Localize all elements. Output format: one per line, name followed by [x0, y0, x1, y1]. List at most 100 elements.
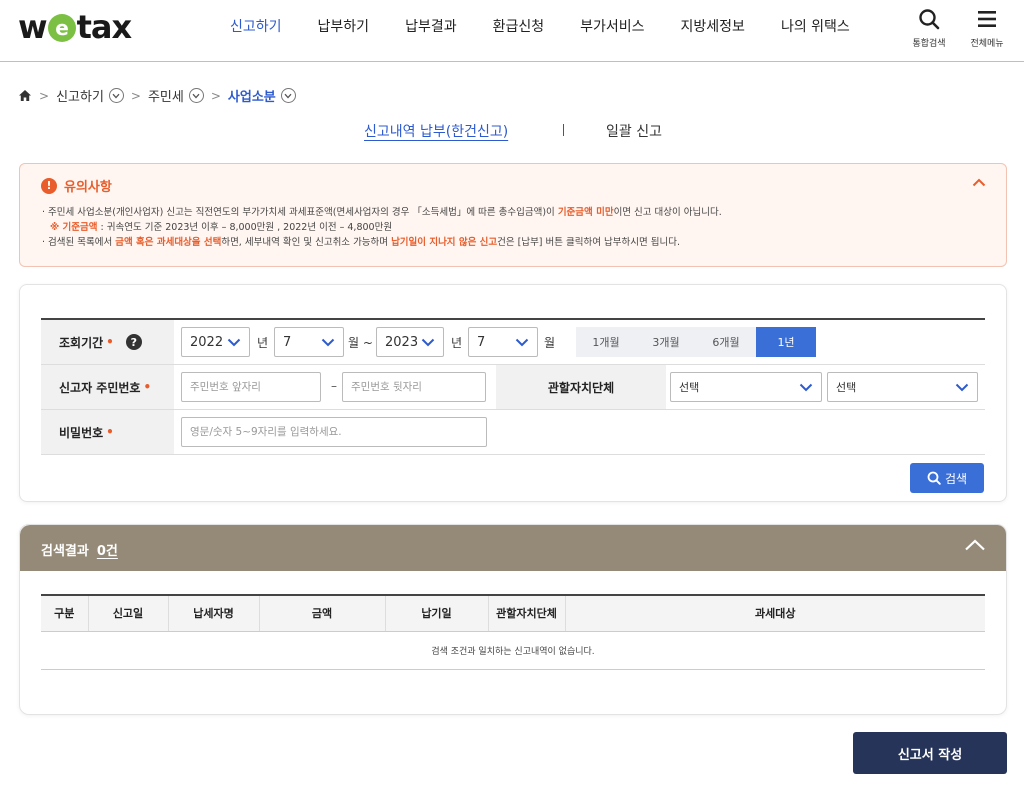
notice-text: 하면, 세부내역 확인 및 신고취소 가능하며 [221, 237, 392, 248]
rrn-label: 신고자 주민번호 [59, 380, 141, 395]
month-unit: 월 [544, 336, 556, 350]
rrn-row: 신고자 주민번호• – 관할자치단체 선택 선택 [41, 365, 985, 410]
start-year-select[interactable]: 2022 [181, 327, 250, 357]
period-1-month-button[interactable]: 1개월 [576, 327, 636, 357]
period-label: 조회기간 [59, 335, 104, 350]
period-1-year-button[interactable]: 1년 [756, 327, 816, 357]
warning-icon: ! [41, 177, 57, 194]
nav-item-local-tax-info[interactable]: 지방세정보 [663, 16, 763, 38]
hamburger-icon [978, 11, 996, 27]
results-table: 구분 신고일 납세자명 금액 납기일 관할자치단체 과세대상 검색 조건과 일치… [41, 594, 985, 670]
home-icon[interactable] [18, 89, 32, 102]
main-nav: 신고하기 납부하기 납부결과 환급신청 부가서비스 지방세정보 나의 위택스 [212, 16, 868, 38]
required-mark: • [106, 335, 114, 349]
col-amount[interactable]: 금액 [259, 594, 386, 632]
search-panel: 조회기간 • ? 2022 년 7 월 ~ 2023 년 7 월 1개월 3개월… [19, 284, 1007, 502]
rrn-label-cell: 신고자 주민번호 • [41, 365, 174, 409]
notice-highlight: ※ 기준금액 [50, 222, 98, 233]
chevron-down-icon [515, 338, 529, 346]
notice-box: ! 유의사항 · 주민세 사업소분(개인사업자) 신고는 직전연도의 부가가치세… [19, 163, 1007, 267]
nav-item-refund[interactable]: 환급신청 [475, 16, 563, 38]
logo-e-mark: e [47, 14, 76, 42]
logo-text-w: w [18, 8, 48, 46]
year-unit: 년 [257, 336, 269, 350]
year-unit: 년 [451, 336, 463, 350]
results-title: 검색결과 0건 [41, 540, 118, 559]
wetax-logo[interactable]: w e tax [18, 8, 132, 46]
help-icon[interactable]: ? [125, 334, 142, 350]
notice-text: : 귀속연도 기준 2023년 이후 – 8,000만원 , 2022년 이전 … [97, 222, 393, 233]
notice-highlight: 납기일이 지나지 않은 신고 [391, 237, 498, 248]
results-title-text: 검색결과 [41, 544, 89, 559]
chevron-down-icon[interactable] [108, 88, 124, 103]
start-month-value: 7 [283, 334, 292, 350]
breadcrumb-item-resident-tax[interactable]: 주민세 [148, 86, 204, 105]
tab-divider [563, 124, 564, 136]
search-button[interactable]: 검색 [910, 463, 984, 493]
col-category[interactable]: 구분 [41, 594, 89, 632]
breadcrumb-item-business-office[interactable]: 사업소분 [228, 86, 296, 105]
results-panel: 검색결과 0건 구분 신고일 납세자명 금액 납기일 관할자치단체 과세대상 검… [19, 524, 1007, 715]
rrn-back-input[interactable] [342, 372, 486, 402]
nav-item-my-wetax[interactable]: 나의 위택스 [763, 16, 868, 38]
period-3-month-button[interactable]: 3개월 [636, 327, 696, 357]
search-button-label: 검색 [944, 471, 968, 486]
search-icon [919, 9, 940, 30]
notice-line: · 검색된 목록에서 금액 혹은 과세대상을 선택하면, 세부내역 확인 및 신… [42, 235, 722, 250]
chevron-down-icon [955, 383, 969, 391]
end-month-select[interactable]: 7 [468, 327, 538, 357]
chevron-up-icon [972, 178, 986, 187]
integrated-search-label: 통합검색 [912, 39, 946, 49]
nav-item-extra-services[interactable]: 부가서비스 [562, 16, 662, 38]
breadcrumb: > 신고하기 > 주민세 > 사업소분 [18, 86, 296, 105]
notice-highlight: 금액 혹은 과세대상을 선택 [115, 237, 222, 248]
col-jurisdiction[interactable]: 관할자치단체 [488, 594, 566, 632]
tab-bulk-report[interactable]: 일괄 신고 [606, 121, 662, 141]
col-due-date[interactable]: 납기일 [385, 594, 489, 632]
notice-collapse-button[interactable] [972, 176, 986, 191]
write-report-button[interactable]: 신고서 작성 [853, 732, 1007, 774]
chevron-down-icon[interactable] [280, 88, 296, 103]
end-year-select[interactable]: 2023 [376, 327, 444, 357]
breadcrumb-separator: > [210, 88, 221, 103]
breadcrumb-separator: > [39, 88, 50, 103]
empty-message: 검색 조건과 일치하는 신고내역이 없습니다. [41, 631, 985, 670]
nav-item-payment[interactable]: 납부하기 [300, 16, 388, 38]
notice-text: 이면 신고 대상이 아닙니다. [613, 207, 722, 218]
password-label-cell: 비밀번호 • [41, 410, 174, 454]
integrated-search-button[interactable]: 통합검색 [904, 8, 954, 49]
region-city-select[interactable]: 선택 [827, 372, 978, 402]
start-month-select[interactable]: 7 [274, 327, 344, 357]
results-collapse-button[interactable] [964, 538, 986, 556]
empty-row: 검색 조건과 일치하는 신고내역이 없습니다. [41, 631, 985, 670]
notice-highlight: 기준금액 미만 [557, 207, 614, 218]
results-count: 0건 [96, 544, 118, 559]
results-header-row: 구분 신고일 납세자명 금액 납기일 관할자치단체 과세대상 [41, 594, 985, 632]
nav-item-payment-result[interactable]: 납부결과 [387, 16, 475, 38]
breadcrumb-label: 사업소분 [227, 90, 276, 105]
required-mark: • [106, 425, 114, 439]
password-input[interactable] [181, 417, 487, 447]
search-icon [927, 471, 941, 485]
col-taxable-object[interactable]: 과세대상 [565, 594, 985, 632]
results-header: 검색결과 0건 [20, 525, 1006, 571]
col-taxpayer-name[interactable]: 납세자명 [168, 594, 260, 632]
full-menu-label: 전체메뉴 [970, 39, 1004, 49]
region-province-select[interactable]: 선택 [670, 372, 822, 402]
region-province-value: 선택 [679, 381, 700, 394]
breadcrumb-item-report[interactable]: 신고하기 [56, 86, 124, 105]
nav-item-report[interactable]: 신고하기 [212, 16, 300, 38]
tab-single-report[interactable]: 신고내역 납부(한건신고) [364, 121, 508, 141]
end-month-value: 7 [477, 334, 486, 350]
full-menu-button[interactable]: 전체메뉴 [962, 8, 1012, 49]
notice-body: · 주민세 사업소분(개인사업자) 신고는 직전연도의 부가가치세 과세표준액(… [42, 205, 722, 250]
col-report-date[interactable]: 신고일 [88, 594, 169, 632]
chevron-down-icon [321, 338, 335, 346]
chevron-down-icon[interactable] [188, 88, 204, 103]
rrn-front-input[interactable] [181, 372, 321, 402]
rrn-dash: – [331, 379, 337, 393]
month-range-unit: 월 ~ [348, 336, 373, 350]
notice-line: ※ 기준금액 : 귀속연도 기준 2023년 이후 – 8,000만원 , 20… [42, 220, 722, 235]
period-6-month-button[interactable]: 6개월 [696, 327, 756, 357]
region-label-cell: 관할자치단체 [496, 365, 666, 409]
